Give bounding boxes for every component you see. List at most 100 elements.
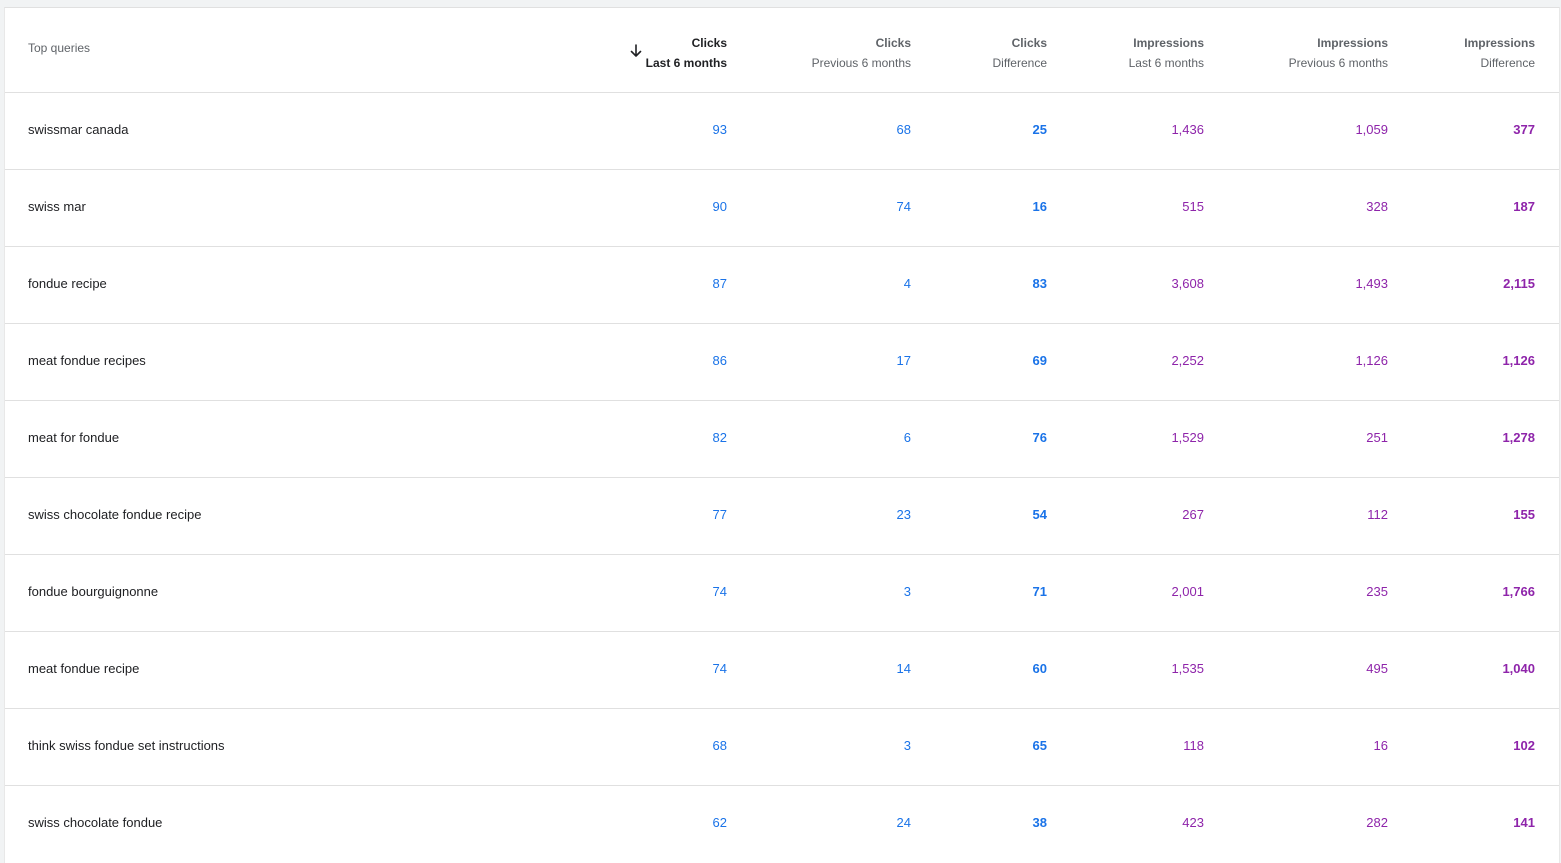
query-text: fondue recipe [28, 276, 107, 291]
clicks-prev-value: 68 [896, 122, 911, 137]
impressions-diff-value: 1,126 [1502, 353, 1535, 368]
table-row[interactable]: fondue recipe 87 4 83 3,608 1,493 2,115 [5, 247, 1559, 324]
clicks-prev-value: 24 [896, 815, 911, 830]
impressions-prev-value: 112 [1367, 507, 1388, 522]
query-text: swiss chocolate fondue recipe [28, 507, 202, 522]
impressions-prev-value: 1,493 [1355, 276, 1388, 291]
query-text: meat fondue recipes [28, 353, 146, 368]
impressions-last-value: 1,529 [1171, 430, 1204, 445]
table-row[interactable]: swiss chocolate fondue 62 24 38 423 282 … [5, 786, 1559, 863]
header-clicks-prev-metric: Clicks [875, 36, 911, 50]
impressions-diff-value: 187 [1513, 199, 1535, 214]
top-queries-header[interactable]: Top queries [28, 41, 90, 55]
clicks-diff-value: 76 [1032, 430, 1047, 445]
impressions-last-value: 118 [1183, 738, 1204, 753]
header-clicks-prev[interactable]: Clicks Previous 6 months [812, 33, 911, 73]
clicks-diff-value: 83 [1032, 276, 1047, 291]
impressions-diff-value: 141 [1513, 815, 1535, 830]
clicks-prev-value: 17 [896, 353, 911, 368]
header-clicks-last[interactable]: Clicks Last 6 months [646, 33, 727, 73]
impressions-last-value: 423 [1182, 815, 1204, 830]
header-impressions-prev-period: Previous 6 months [1288, 56, 1388, 70]
clicks-last-value: 74 [712, 584, 727, 599]
impressions-prev-value: 251 [1366, 430, 1388, 445]
clicks-last-value: 74 [712, 661, 727, 676]
impressions-prev-value: 1,059 [1355, 122, 1388, 137]
impressions-diff-value: 155 [1513, 507, 1535, 522]
query-text: think swiss fondue set instructions [28, 738, 225, 753]
impressions-diff-value: 2,115 [1503, 276, 1535, 291]
clicks-prev-value: 4 [903, 276, 911, 291]
impressions-diff-value: 1,766 [1502, 584, 1535, 599]
clicks-last-value: 90 [712, 199, 727, 214]
clicks-diff-value: 54 [1032, 507, 1047, 522]
clicks-prev-value: 14 [896, 661, 911, 676]
clicks-diff-value: 65 [1032, 738, 1047, 753]
query-text: fondue bourguignonne [28, 584, 159, 599]
query-text: meat for fondue [28, 430, 120, 445]
clicks-prev-value: 74 [896, 199, 911, 214]
impressions-diff-value: 1,278 [1502, 430, 1535, 445]
impressions-last-value: 515 [1182, 199, 1204, 214]
impressions-prev-value: 235 [1366, 584, 1388, 599]
header-impressions-diff-metric: Impressions [1464, 36, 1535, 50]
clicks-last-value: 77 [712, 507, 727, 522]
impressions-last-value: 2,001 [1171, 584, 1204, 599]
table-header: Top queries Clicks Last 6 months Clicks … [5, 8, 1559, 93]
impressions-prev-value: 1,126 [1355, 353, 1388, 368]
header-impressions-last[interactable]: Impressions Last 6 months [1129, 33, 1204, 73]
header-impressions-prev[interactable]: Impressions Previous 6 months [1289, 33, 1388, 73]
impressions-last-value: 1,436 [1171, 122, 1204, 137]
header-impressions-diff[interactable]: Impressions Difference [1464, 33, 1535, 73]
clicks-last-value: 68 [712, 738, 727, 753]
clicks-prev-value: 3 [903, 584, 911, 599]
impressions-prev-value: 282 [1366, 815, 1388, 830]
clicks-diff-value: 69 [1032, 353, 1047, 368]
impressions-prev-value: 328 [1366, 199, 1388, 214]
clicks-diff-value: 71 [1032, 584, 1047, 599]
header-impressions-last-metric: Impressions [1133, 36, 1204, 50]
clicks-diff-value: 60 [1032, 661, 1047, 676]
header-clicks-diff-metric: Clicks [1011, 36, 1047, 50]
query-text: swissmar canada [28, 122, 129, 137]
impressions-diff-value: 377 [1513, 122, 1535, 137]
clicks-diff-value: 16 [1032, 199, 1047, 214]
query-text: meat fondue recipe [28, 661, 140, 676]
query-text: swiss mar [28, 199, 86, 214]
table-row[interactable]: think swiss fondue set instructions 68 3… [5, 709, 1559, 786]
impressions-last-value: 3,608 [1171, 276, 1204, 291]
clicks-last-value: 87 [712, 276, 727, 291]
header-impressions-prev-metric: Impressions [1317, 36, 1388, 50]
clicks-prev-value: 23 [896, 507, 911, 522]
header-clicks-diff[interactable]: Clicks Difference [993, 33, 1047, 73]
header-impressions-diff-period: Difference [1480, 56, 1535, 70]
table-row[interactable]: meat for fondue 82 6 76 1,529 251 1,278 [5, 401, 1559, 478]
clicks-last-value: 82 [712, 430, 727, 445]
table-row[interactable]: swissmar canada 93 68 25 1,436 1,059 377 [5, 93, 1559, 170]
impressions-prev-value: 495 [1366, 661, 1388, 676]
clicks-diff-value: 38 [1032, 815, 1047, 830]
table-row[interactable]: fondue bourguignonne 74 3 71 2,001 235 1… [5, 555, 1559, 632]
impressions-prev-value: 16 [1373, 738, 1388, 753]
table-row[interactable]: meat fondue recipes 86 17 69 2,252 1,126… [5, 324, 1559, 401]
clicks-last-value: 62 [712, 815, 727, 830]
table-row[interactable]: swiss mar 90 74 16 515 328 187 [5, 170, 1559, 247]
impressions-last-value: 2,252 [1171, 353, 1204, 368]
clicks-diff-value: 25 [1032, 122, 1047, 137]
clicks-last-value: 86 [712, 353, 727, 368]
header-impressions-last-period: Last 6 months [1128, 56, 1204, 70]
table-row[interactable]: meat fondue recipe 74 14 60 1,535 495 1,… [5, 632, 1559, 709]
impressions-diff-value: 1,040 [1502, 661, 1535, 676]
header-clicks-diff-period: Difference [992, 56, 1047, 70]
impressions-last-value: 1,535 [1171, 661, 1204, 676]
clicks-prev-value: 3 [903, 738, 911, 753]
queries-table: Top queries Clicks Last 6 months Clicks … [4, 7, 1560, 863]
clicks-prev-value: 6 [903, 430, 911, 445]
header-clicks-prev-period: Previous 6 months [811, 56, 911, 70]
clicks-last-value: 93 [712, 122, 727, 137]
header-clicks-last-period: Last 6 months [645, 56, 727, 70]
impressions-diff-value: 102 [1513, 738, 1535, 753]
arrow-down-icon[interactable] [629, 43, 643, 59]
table-row[interactable]: swiss chocolate fondue recipe 77 23 54 2… [5, 478, 1559, 555]
query-text: swiss chocolate fondue [28, 815, 163, 830]
